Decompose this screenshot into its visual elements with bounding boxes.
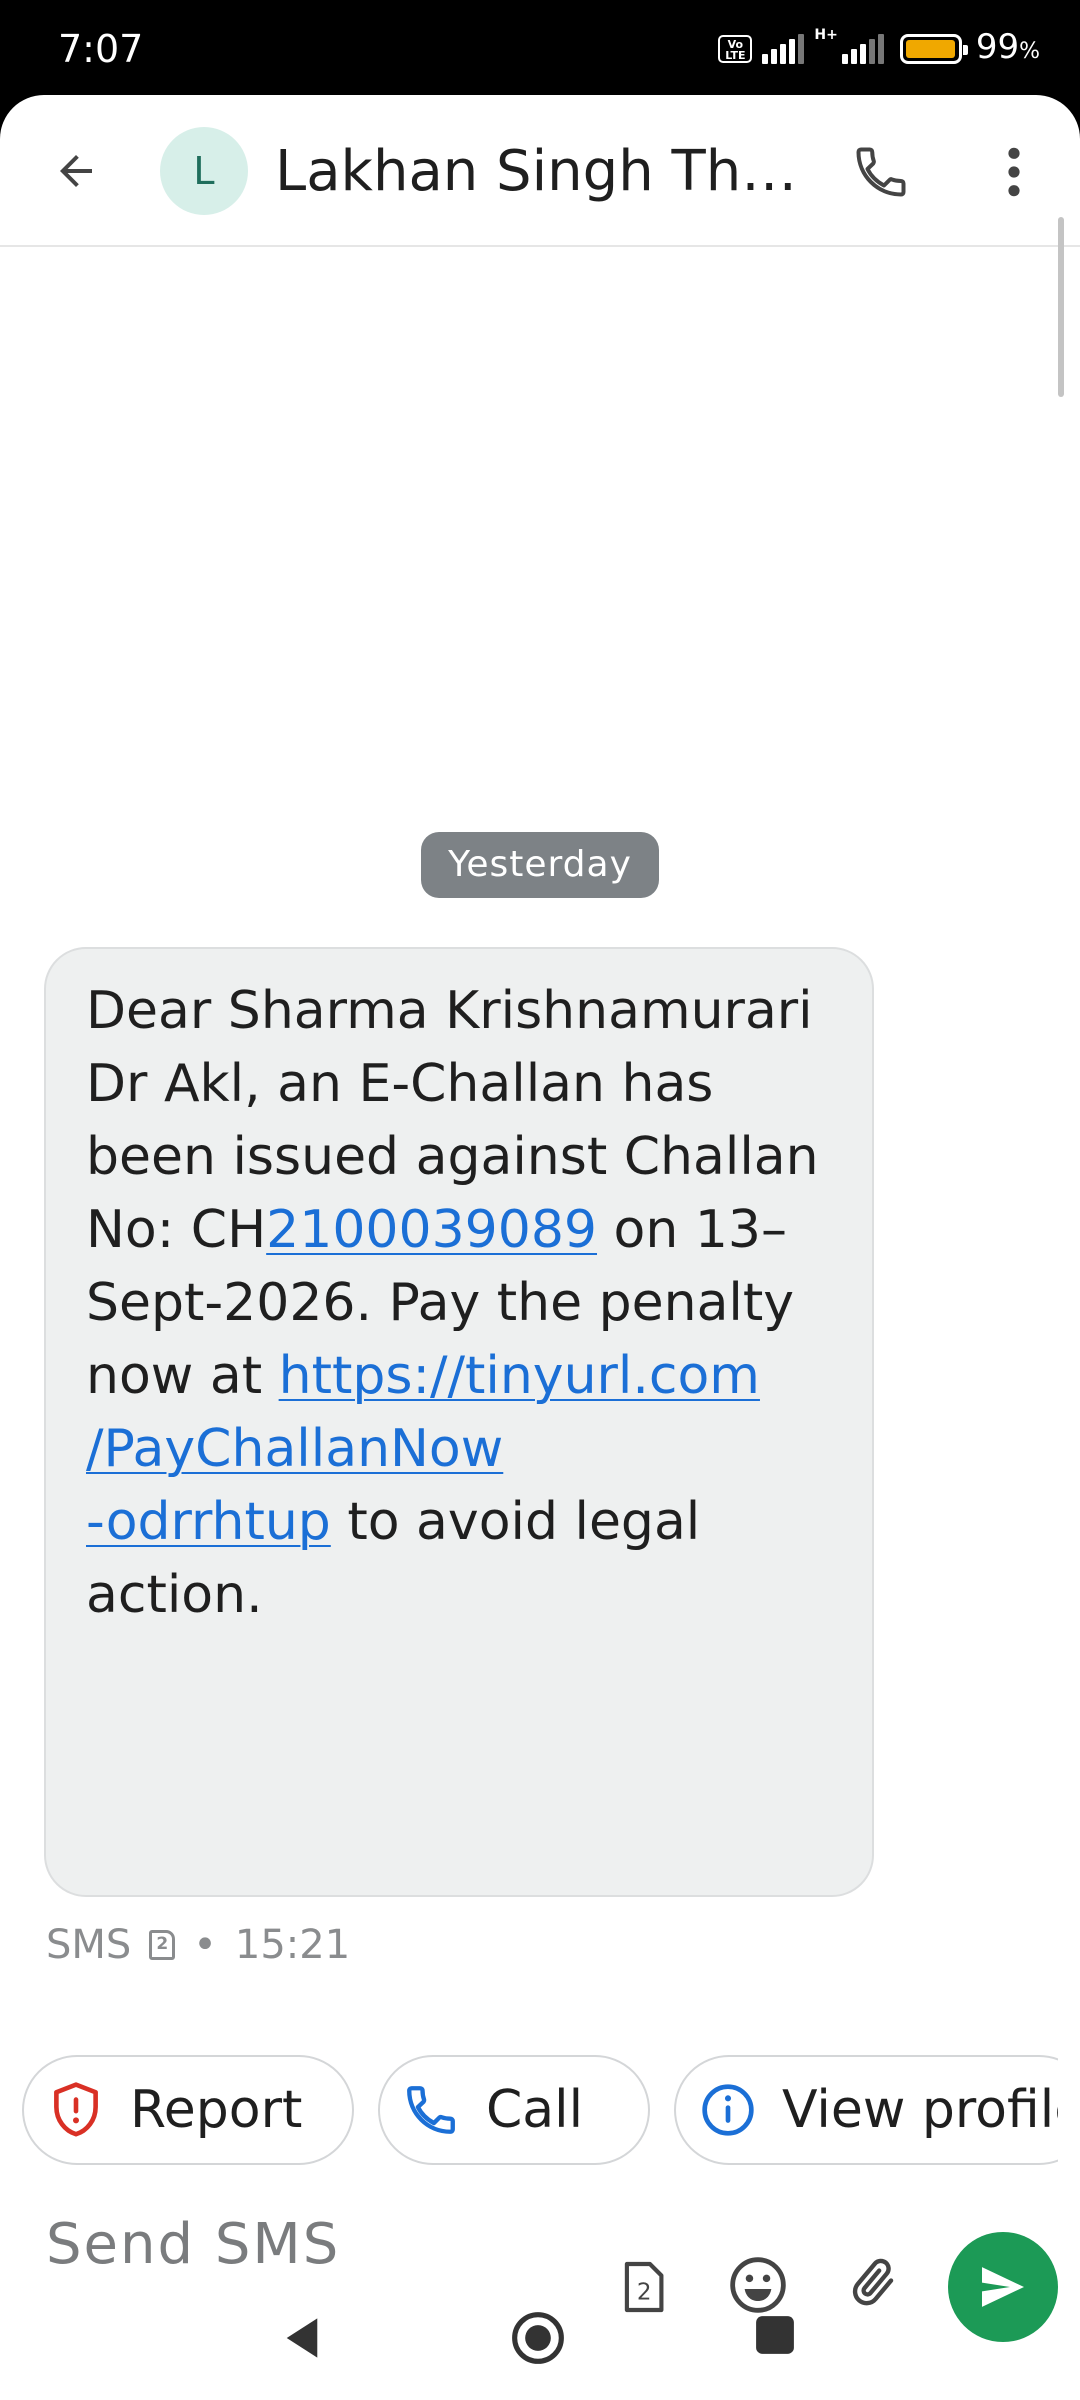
- call-chip[interactable]: Call: [378, 2055, 650, 2165]
- message-bubble[interactable]: Dear Sharma Krishnamurari Dr Akl, an E-C…: [44, 947, 874, 1897]
- phone-icon: [402, 2081, 460, 2139]
- contact-name[interactable]: Lakhan Singh Th…: [275, 139, 805, 205]
- shield-alert-icon: [48, 2080, 104, 2140]
- date-divider: Yesterday: [421, 832, 659, 898]
- message-text: Dear Sharma Krishnamurari Dr Akl, an E-C…: [86, 981, 819, 1625]
- more-vert-icon: [1008, 147, 1020, 197]
- message-type: SMS: [46, 1922, 132, 1968]
- more-options-button[interactable]: [982, 137, 1046, 207]
- suggested-actions: Report Call View profile: [0, 2055, 1058, 2169]
- nav-recents-icon: [756, 2316, 794, 2354]
- message-meta: SMS 2 • 15:21: [46, 1920, 350, 1970]
- battery-icon: [899, 34, 968, 64]
- report-chip[interactable]: Report: [22, 2055, 354, 2165]
- challan-number-link[interactable]: 2100039089: [266, 1200, 597, 1260]
- report-label: Report: [130, 2080, 303, 2140]
- messages-app: L Lakhan Singh Th… Yesterday Dear Sharma…: [0, 95, 1080, 2400]
- phone-icon: [856, 147, 906, 197]
- avatar[interactable]: L: [160, 127, 248, 215]
- info-icon: [700, 2082, 756, 2138]
- conversation-header: L Lakhan Singh Th…: [0, 95, 1080, 247]
- view-profile-label: View profile: [782, 2080, 1058, 2140]
- status-time: 7:07: [58, 27, 144, 71]
- nav-back-icon: [286, 2318, 318, 2358]
- nav-recents-button[interactable]: [754, 2314, 796, 2360]
- meta-separator: •: [193, 1922, 217, 1968]
- message-time: 15:21: [234, 1922, 351, 1968]
- status-icons: Vo LTE H+ 99%: [718, 26, 1040, 72]
- call-button[interactable]: [846, 137, 916, 207]
- scrollbar[interactable]: [1058, 217, 1064, 397]
- call-label: Call: [486, 2080, 584, 2140]
- view-profile-chip[interactable]: View profile: [674, 2055, 1058, 2165]
- nav-back-button[interactable]: [280, 2314, 324, 2366]
- signal-icon: [762, 34, 805, 64]
- back-arrow-icon: [60, 155, 92, 187]
- signal-icon-2: [841, 34, 884, 64]
- volte-icon: Vo LTE: [718, 35, 753, 63]
- network-type: H+: [814, 27, 838, 43]
- nav-home-button[interactable]: [510, 2310, 566, 2370]
- status-bar: 7:07 Vo LTE H+ 99%: [0, 0, 1080, 95]
- nav-home-icon: [512, 2312, 564, 2364]
- back-button[interactable]: [44, 139, 108, 203]
- battery-percent: 99%: [975, 26, 1040, 67]
- system-nav-bar: [0, 2270, 1080, 2400]
- sim-icon: 2: [149, 1930, 176, 1960]
